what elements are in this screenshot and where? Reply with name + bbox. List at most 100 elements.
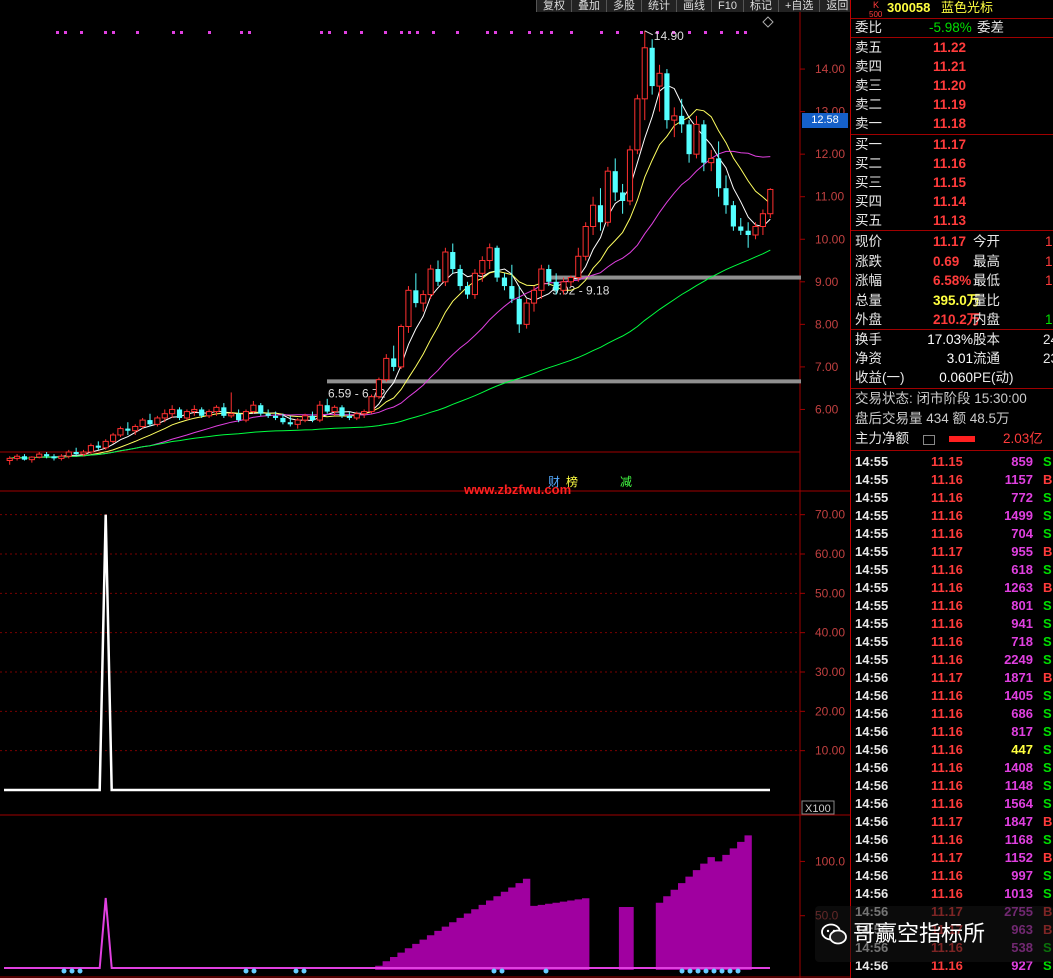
tick-volume: 2249	[1004, 652, 1033, 667]
candle-body	[80, 451, 87, 455]
tick-side: S	[1043, 562, 1052, 577]
flow-bar	[949, 436, 975, 442]
tick-volume: 859	[1011, 454, 1033, 469]
candle-body	[509, 286, 515, 299]
stat-value-2: 184	[1045, 312, 1053, 327]
tick-row: 14:56 11.16 1564 S	[855, 795, 1053, 813]
candle-body	[221, 407, 227, 416]
tick-price: 11.16	[931, 706, 963, 721]
candle-body	[486, 247, 493, 262]
sub2-dot	[301, 968, 307, 974]
sub2-line	[4, 897, 770, 969]
event-marker: 减	[620, 475, 632, 489]
candle-body	[324, 405, 330, 412]
tick-row: 14:55 11.17 955 B	[855, 543, 1053, 561]
tick-volume: 618	[1011, 562, 1033, 577]
toolbar-btn-0[interactable]: 复权	[536, 0, 571, 12]
tick-volume: 686	[1011, 706, 1033, 721]
y-tick-label: 30.00	[815, 665, 845, 679]
candle-body	[199, 409, 205, 416]
toolbar-btn-6[interactable]: 标记	[742, 0, 778, 12]
tick-volume: 997	[1011, 868, 1033, 883]
tick-time: 14:55	[855, 508, 889, 523]
tick-time: 14:55	[855, 598, 889, 613]
watermark: 哥赢空指标所	[815, 906, 1053, 962]
signal-dot	[688, 31, 691, 34]
signal-dot	[432, 31, 435, 34]
candle-body	[169, 408, 176, 415]
tick-time: 14:55	[855, 526, 889, 541]
tick-side: B	[1043, 814, 1053, 829]
tick-side: S	[1043, 688, 1052, 703]
tick-time: 14:56	[855, 778, 889, 793]
signal-dot	[720, 31, 723, 34]
candle-body	[176, 409, 183, 418]
candle-body	[228, 413, 235, 417]
zone-bar	[327, 379, 801, 384]
toolbar-btn-3[interactable]: 统计	[641, 0, 676, 12]
candle-body	[516, 298, 522, 325]
tick-side: S	[1043, 508, 1052, 523]
toolbar-btn-1[interactable]: 叠加	[571, 0, 606, 12]
tick-time: 14:56	[855, 868, 889, 883]
tick-volume: 1168	[1004, 832, 1033, 847]
tick-side: S	[1043, 832, 1052, 847]
tick-price: 11.16	[931, 562, 963, 577]
stat-label: 涨跌	[855, 253, 882, 269]
stat2-row: 换手 17.03%股本 24	[855, 331, 1053, 349]
signal-dot	[640, 31, 643, 34]
tick-price: 11.16	[931, 688, 963, 703]
tick-volume: 1564	[1004, 796, 1033, 811]
center-watermark: www.zbzfwu.com	[463, 482, 571, 497]
tick-volume: 1263	[1004, 580, 1033, 595]
toolbar-btn-4[interactable]: 画线	[676, 0, 711, 12]
y-tick-label: 70.00	[815, 508, 845, 522]
sub2-dot	[703, 968, 709, 974]
stat-value-2: 1	[1045, 273, 1053, 288]
toolbar-btn-7[interactable]: +自选	[777, 0, 820, 12]
stat2-value: 17.03%	[927, 332, 973, 347]
signal-dot	[408, 31, 411, 34]
candle-body	[205, 411, 213, 417]
candle-body	[258, 405, 264, 414]
candle-body	[28, 456, 35, 461]
candle-body	[589, 204, 597, 227]
y-tick-label: 14.00	[815, 62, 845, 76]
toolbar: 复权 叠加 多股 统计 画线 F10 标记 +自选 返回	[536, 0, 855, 12]
tick-row: 14:55 11.16 2249 S	[855, 651, 1053, 669]
signal-dot	[64, 31, 67, 34]
tick-row: 14:56 11.16 1405 S	[855, 687, 1053, 705]
candle-body	[368, 396, 375, 413]
tick-time: 14:55	[855, 580, 889, 595]
main-flow-value: 2.03亿	[1003, 431, 1043, 446]
main-chart[interactable]: 14.0013.0012.0011.0010.009.008.007.006.0…	[0, 0, 850, 978]
ask-label: 卖二	[855, 97, 882, 112]
diamond-icon[interactable]	[762, 16, 774, 28]
toolbar-btn-5[interactable]: F10	[711, 0, 743, 12]
signal-dot	[112, 31, 115, 34]
stat-value: 6.58%	[933, 273, 972, 288]
list-icon[interactable]	[923, 435, 935, 445]
ma20-line	[9, 150, 771, 459]
candle-body	[301, 415, 309, 421]
ask-label: 卖一	[855, 116, 882, 131]
tick-side: S	[1043, 778, 1052, 793]
tick-time: 14:55	[855, 490, 889, 505]
signal-dot	[80, 31, 83, 34]
candle-body	[73, 452, 79, 455]
tick-price: 11.17	[931, 850, 963, 865]
y-tick-label: 6.00	[815, 402, 839, 416]
toolbar-btn-2[interactable]: 多股	[606, 0, 641, 12]
divider	[851, 450, 1053, 451]
main-flow-label: 主力净额	[855, 431, 909, 446]
signal-dot	[456, 31, 459, 34]
candle-body	[309, 415, 316, 421]
bid-price: 11.17	[933, 137, 967, 152]
signal-dot	[56, 31, 59, 34]
tick-side: B	[1043, 670, 1053, 685]
ma60-line	[9, 249, 771, 459]
tick-side: S	[1043, 742, 1052, 757]
tick-price: 11.16	[931, 868, 963, 883]
candle-body	[58, 455, 65, 459]
stat2-row: 净资 3.01流通 23	[855, 350, 1053, 368]
